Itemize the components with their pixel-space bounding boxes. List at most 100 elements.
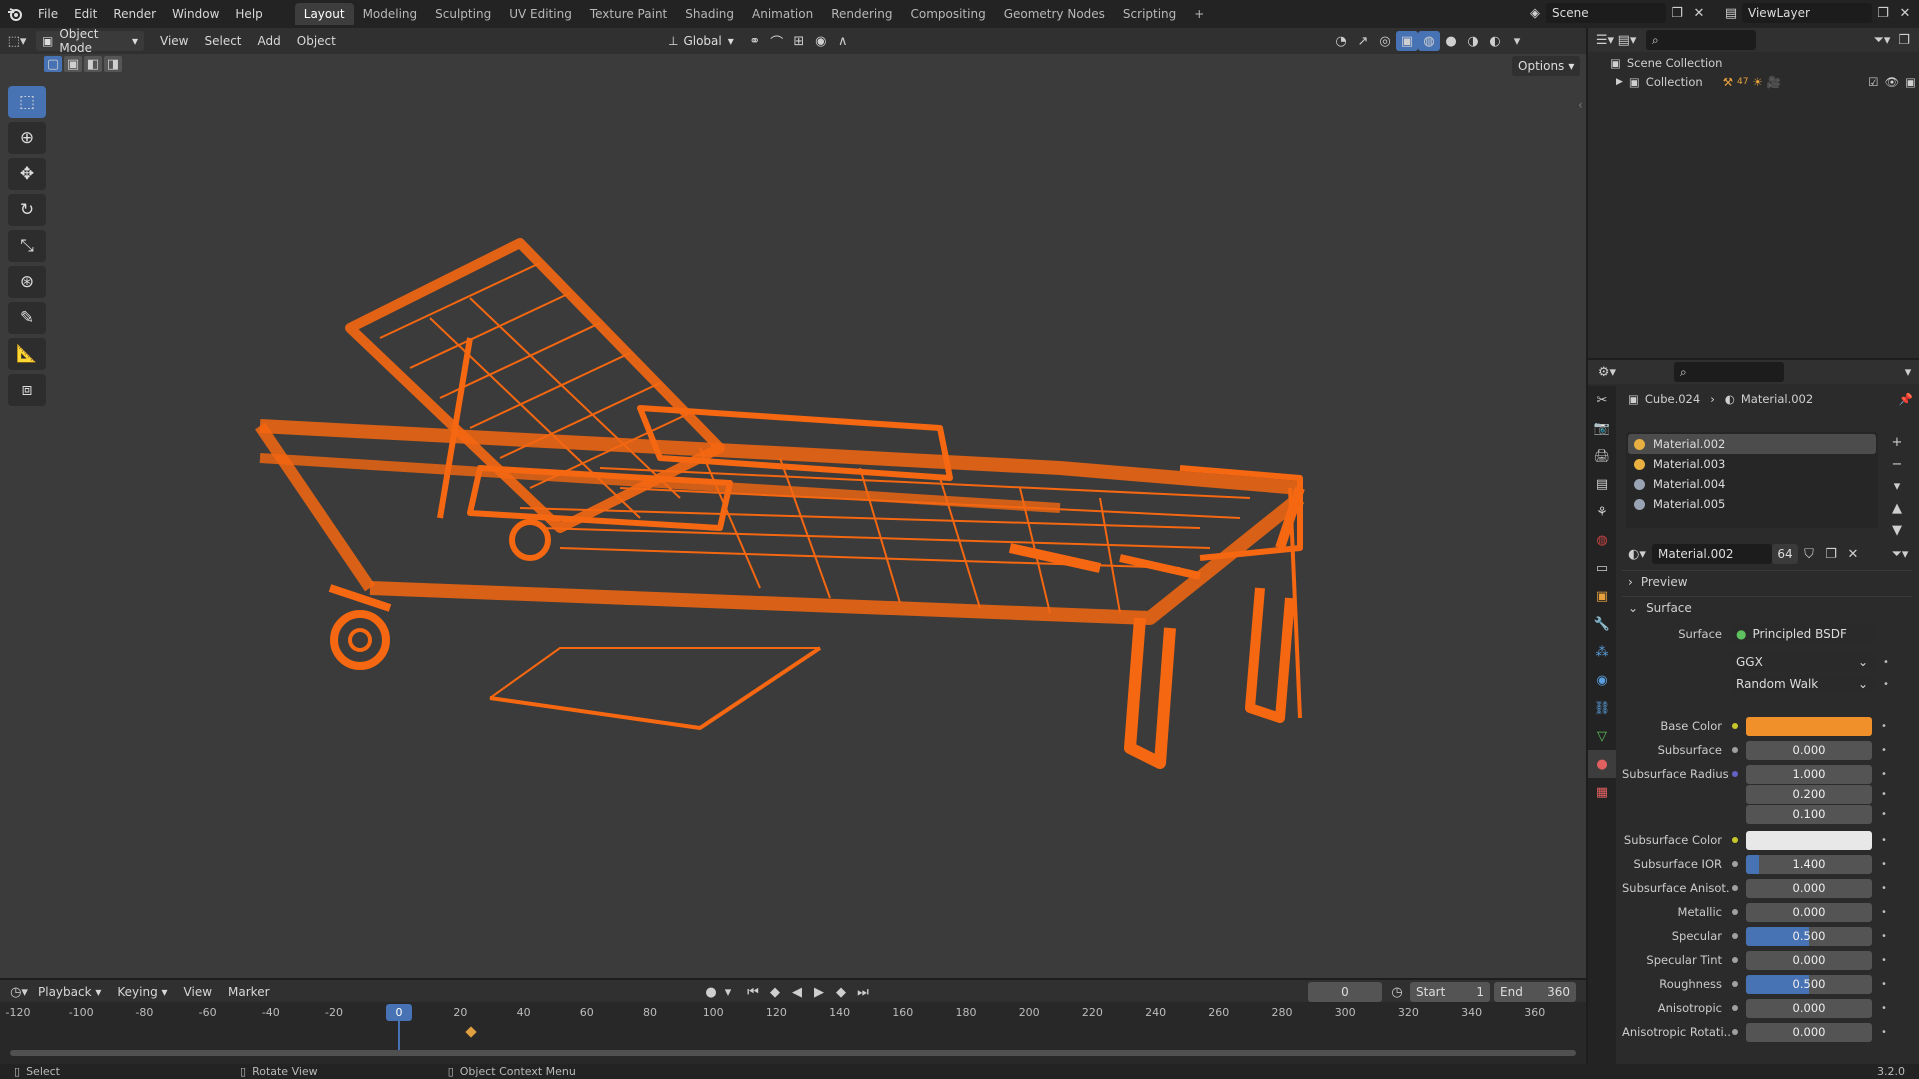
outliner-search-input[interactable]: ⌕ bbox=[1646, 30, 1756, 50]
preview-panel-header[interactable]: › Preview bbox=[1622, 570, 1912, 592]
tab-modeling[interactable]: Modeling bbox=[354, 3, 427, 25]
socket-dot-icon[interactable] bbox=[1730, 745, 1740, 755]
end-frame-field[interactable]: End 360 bbox=[1494, 982, 1576, 1002]
remove-slot-icon[interactable]: − bbox=[1886, 454, 1908, 474]
expand-arrow-icon[interactable]: ▶ bbox=[1616, 77, 1623, 87]
filter-icon[interactable]: ⏷▾ bbox=[1871, 30, 1893, 50]
keyframe-dot-icon[interactable]: • bbox=[1878, 1003, 1890, 1014]
texture-tab-icon[interactable]: ▦ bbox=[1588, 778, 1616, 806]
socket-dot-icon[interactable] bbox=[1730, 883, 1740, 893]
pin-icon[interactable]: 📌 bbox=[1899, 392, 1913, 406]
keyframe-dot-icon[interactable]: • bbox=[1878, 907, 1890, 918]
keyframe-dot-icon[interactable]: • bbox=[1878, 955, 1890, 966]
menu-playback[interactable]: Playback ▾ bbox=[30, 985, 109, 999]
editor-type-icon[interactable]: ◷▾ bbox=[8, 982, 30, 1002]
tab-uv-editing[interactable]: UV Editing bbox=[500, 3, 581, 25]
area-divider-handle[interactable]: ‹ bbox=[1578, 98, 1583, 112]
value-slider[interactable]: 0.000 bbox=[1746, 878, 1872, 898]
material-slot[interactable]: Material.004 bbox=[1628, 474, 1876, 494]
value-slider[interactable]: 1.000 bbox=[1746, 764, 1872, 784]
value-slider[interactable]: 0.100 bbox=[1746, 804, 1872, 824]
playhead[interactable]: 0 bbox=[386, 1004, 412, 1021]
constraints-tab-icon[interactable]: ⛓ bbox=[1588, 694, 1616, 722]
frame-ruler[interactable]: -120 -100 -80 -60 -40 -20 0 20 40 60 80 100 120 140 16… bbox=[0, 1002, 1586, 1064]
value-slider[interactable]: 0.200 bbox=[1746, 784, 1872, 804]
menu-keying[interactable]: Keying ▾ bbox=[109, 985, 175, 999]
menu-window[interactable]: Window bbox=[164, 7, 227, 21]
editor-type-icon[interactable]: ☰▾ bbox=[1594, 30, 1616, 50]
play-reverse-icon[interactable]: ◀ bbox=[786, 982, 808, 1002]
particles-tab-icon[interactable]: ⁂ bbox=[1588, 638, 1616, 666]
filter-icon[interactable]: ⏷▾ bbox=[1889, 544, 1911, 564]
add-slot-icon[interactable]: + bbox=[1886, 432, 1908, 452]
tool-tab-icon[interactable]: ✂ bbox=[1588, 386, 1616, 414]
scene-icon[interactable]: ◈ bbox=[1524, 3, 1546, 23]
move-down-icon[interactable]: ▼ bbox=[1886, 520, 1908, 540]
jump-start-icon[interactable]: ⏮ bbox=[742, 982, 764, 1002]
socket-dot-icon[interactable] bbox=[1730, 955, 1740, 965]
fake-user-icon[interactable]: ⛉ bbox=[1798, 544, 1820, 564]
copy-scene-icon[interactable]: ❐ bbox=[1666, 3, 1688, 23]
socket-dot-icon[interactable] bbox=[1730, 859, 1740, 869]
current-frame-field[interactable]: 0 bbox=[1308, 982, 1382, 1002]
duplicate-icon[interactable]: ❐ bbox=[1820, 544, 1842, 564]
camera-render-icon[interactable]: ▣ bbox=[1905, 75, 1916, 89]
keyframe-dot-icon[interactable]: • bbox=[1878, 769, 1890, 780]
jump-end-icon[interactable]: ⏭ bbox=[852, 982, 874, 1002]
collection-tab-icon[interactable]: ▭ bbox=[1588, 554, 1616, 582]
menu-help[interactable]: Help bbox=[227, 7, 270, 21]
keyframe-dot-icon[interactable]: • bbox=[1878, 1027, 1890, 1038]
eye-icon[interactable]: 👁 bbox=[1885, 75, 1900, 89]
value-slider[interactable]: 0.500 bbox=[1746, 926, 1872, 946]
wireframe-lounge-chair[interactable] bbox=[0, 28, 1586, 978]
keyframe-dot-icon[interactable]: • bbox=[1878, 745, 1890, 756]
socket-dot-icon[interactable] bbox=[1730, 835, 1740, 845]
record-icon[interactable]: ● bbox=[700, 982, 722, 1002]
3d-viewport[interactable]: ⬚▾ ▣ Object Mode ▾ View Select Add Objec… bbox=[0, 27, 1586, 978]
keyframe-dot-icon[interactable]: • bbox=[1878, 809, 1890, 820]
value-slider[interactable]: 0.500 bbox=[1746, 974, 1872, 994]
close-layer-icon[interactable]: ✕ bbox=[1894, 3, 1916, 23]
subsurface-color-swatch[interactable] bbox=[1746, 830, 1872, 850]
tab-layout[interactable]: Layout bbox=[294, 3, 354, 25]
keyframe-dot-icon[interactable]: • bbox=[1880, 679, 1892, 690]
value-slider[interactable]: 0.000 bbox=[1746, 1022, 1872, 1042]
surface-shader-selector[interactable]: ● Principled BSDF bbox=[1730, 624, 1874, 644]
physics-tab-icon[interactable]: ◉ bbox=[1588, 666, 1616, 694]
chevron-down-icon[interactable]: ▾ bbox=[722, 982, 734, 1002]
modifier-tab-icon[interactable]: 🔧 bbox=[1588, 610, 1616, 638]
tab-scripting[interactable]: Scripting bbox=[1114, 3, 1185, 25]
collection-row[interactable]: ▶ ▣ Collection ⚒ 47 ☀ 🎥 ☑ 👁 ▣ bbox=[1616, 75, 1916, 89]
play-icon[interactable]: ▶ bbox=[808, 982, 830, 1002]
material-name-field[interactable]: Material.002 bbox=[1652, 544, 1772, 564]
value-slider[interactable]: 0.000 bbox=[1746, 950, 1872, 970]
tab-sculpting[interactable]: Sculpting bbox=[426, 3, 500, 25]
tab-animation[interactable]: Animation bbox=[743, 3, 822, 25]
value-slider[interactable]: 0.000 bbox=[1746, 740, 1872, 760]
material-slot[interactable]: Material.002 bbox=[1628, 434, 1876, 454]
tab-geometry-nodes[interactable]: Geometry Nodes bbox=[995, 3, 1114, 25]
view-layer-icon[interactable]: ▤ bbox=[1720, 3, 1742, 23]
keyframe-dot-icon[interactable]: • bbox=[1878, 979, 1890, 990]
material-tab-icon[interactable]: ● bbox=[1588, 750, 1616, 778]
subsurface-method-dropdown[interactable]: Random Walk ⌄ bbox=[1730, 674, 1874, 694]
copy-layer-icon[interactable]: ❐ bbox=[1872, 3, 1894, 23]
move-up-icon[interactable]: ▲ bbox=[1886, 498, 1908, 518]
data-tab-icon[interactable]: ▽ bbox=[1588, 722, 1616, 750]
display-mode-icon[interactable]: ▤▾ bbox=[1616, 30, 1638, 50]
menu-marker[interactable]: Marker bbox=[220, 985, 277, 999]
value-slider[interactable]: 0.000 bbox=[1746, 998, 1872, 1018]
socket-dot-icon[interactable] bbox=[1730, 979, 1740, 989]
add-workspace-button[interactable]: + bbox=[1185, 3, 1213, 25]
socket-dot-icon[interactable] bbox=[1730, 769, 1740, 779]
timeline-scrollbar[interactable] bbox=[10, 1050, 1576, 1056]
render-tab-icon[interactable]: 📷 bbox=[1588, 414, 1616, 442]
value-slider[interactable]: 0.000 bbox=[1746, 902, 1872, 922]
close-icon[interactable]: ✕ bbox=[1688, 3, 1710, 23]
menu-view[interactable]: View bbox=[176, 985, 220, 999]
object-tab-icon[interactable]: ▣ bbox=[1588, 582, 1616, 610]
keyframe-dot-icon[interactable]: • bbox=[1878, 883, 1890, 894]
keyframe-dot-icon[interactable]: • bbox=[1878, 859, 1890, 870]
keyframe-dot-icon[interactable]: • bbox=[1878, 931, 1890, 942]
user-count[interactable]: 64 bbox=[1772, 544, 1798, 564]
